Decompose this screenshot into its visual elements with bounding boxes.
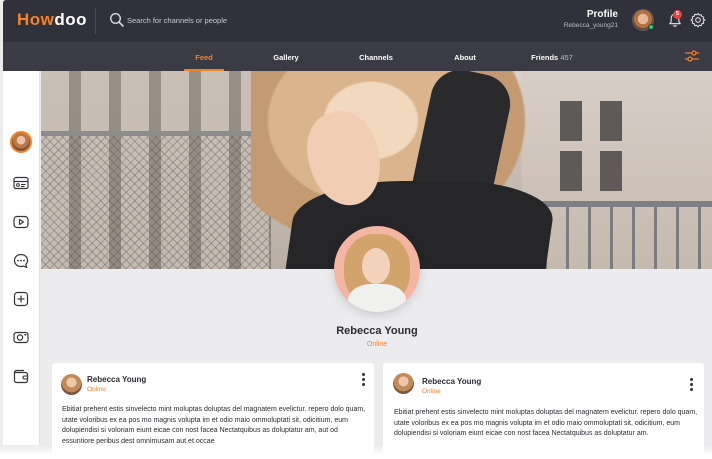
gear-icon[interactable] [690, 12, 706, 28]
bottom-fade [0, 445, 712, 459]
chat-bubble-icon[interactable] [12, 252, 30, 270]
online-status-dot [648, 24, 654, 30]
post-text: Ebitiat prehent estis sinvelecto mint mo… [394, 409, 698, 437]
search-input[interactable] [127, 13, 367, 27]
post-author-avatar[interactable] [393, 373, 414, 394]
more-options-icon[interactable] [360, 373, 366, 389]
post-text: Ebitiat prehent estis sinvelecto mint mo… [62, 406, 366, 445]
post-author-name[interactable]: Rebecca Young [422, 377, 481, 386]
more-options-icon[interactable] [688, 378, 694, 394]
tab-friends[interactable]: Friends 457 [524, 42, 580, 71]
video-play-icon[interactable] [12, 213, 30, 231]
profile-name: Rebecca Young [336, 325, 418, 337]
tab-feed[interactable]: Feed [184, 42, 224, 71]
cover-window [600, 101, 622, 141]
filter-sliders-icon[interactable] [684, 48, 700, 64]
app-window: Howdoo Profile Rebecca_young21 5 Feed Ga… [0, 0, 712, 459]
profile-username: Rebecca_young21 [563, 22, 618, 29]
cover-window [560, 151, 582, 191]
cover-window [560, 101, 582, 141]
tab-gallery[interactable]: Gallery [267, 42, 305, 71]
wallet-icon[interactable] [12, 367, 30, 385]
logo-letters-ow: ow [29, 10, 55, 29]
sidebar-avatar[interactable] [10, 131, 32, 153]
divider [95, 8, 96, 34]
post-author-avatar[interactable] [61, 374, 82, 395]
id-card-icon[interactable] [12, 174, 30, 192]
profile-status: Online [366, 341, 388, 348]
notification-badge: 5 [673, 10, 682, 19]
sidebar [3, 71, 40, 445]
post-author-status: Online [87, 386, 106, 393]
post-author-status: Online [422, 388, 441, 395]
post-author-name[interactable]: Rebecca Young [87, 375, 146, 384]
top-bar: Howdoo Profile Rebecca_young21 [3, 0, 712, 42]
avatar-body [348, 284, 406, 312]
search-icon[interactable] [109, 12, 125, 28]
logo[interactable]: Howdoo [17, 10, 87, 30]
logo-letter-h: H [17, 10, 30, 29]
profile-title[interactable]: Profile [587, 9, 618, 20]
logo-letters-doo: doo [54, 10, 88, 29]
profile-avatar[interactable] [334, 226, 420, 312]
cover-window [600, 151, 622, 191]
add-square-icon[interactable] [12, 290, 30, 308]
tab-friends-label: Friends [531, 53, 559, 62]
tab-about[interactable]: About [449, 42, 481, 71]
friends-count: 457 [560, 53, 573, 62]
camera-icon[interactable] [12, 328, 30, 346]
cover-fence [41, 131, 271, 269]
tab-channels[interactable]: Channels [353, 42, 399, 71]
profile-nav: Feed Gallery Channels About Friends 457 [3, 42, 712, 71]
avatar-face [362, 248, 390, 284]
